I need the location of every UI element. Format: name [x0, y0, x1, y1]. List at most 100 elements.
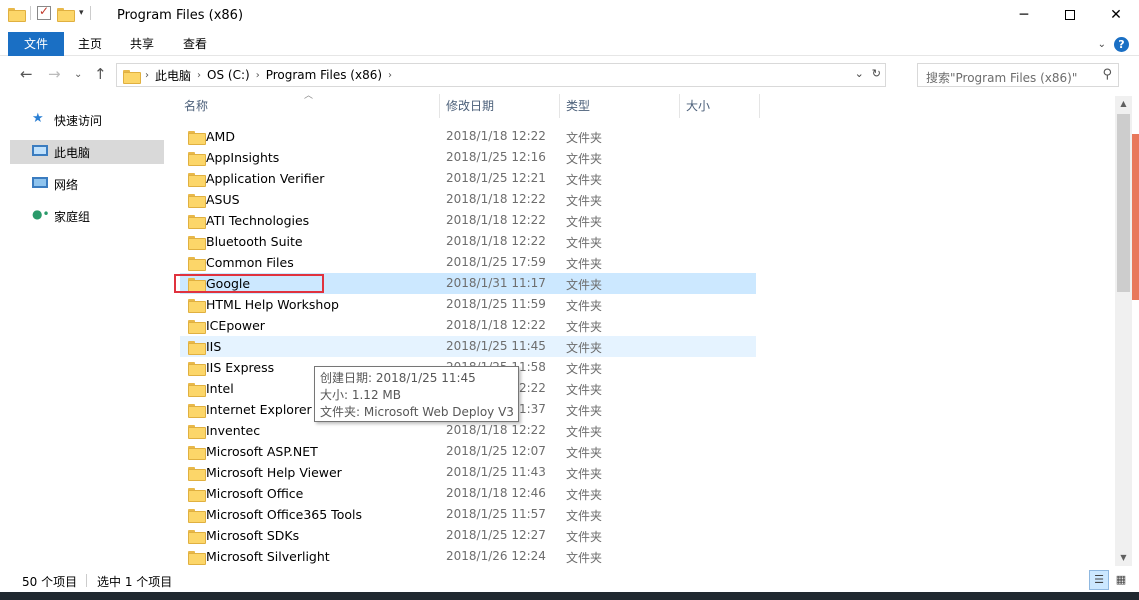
file-row[interactable]: ASUS 2018/1/18 12:22 文件夹 [180, 189, 756, 210]
up-arrow-icon[interactable]: ↑ [94, 65, 107, 83]
file-date: 2018/1/18 12:22 [446, 234, 546, 248]
new-folder-icon[interactable] [57, 7, 75, 22]
customize-toolbar-chevron-icon[interactable]: ▾ [79, 8, 84, 18]
file-name: AppInsights [206, 150, 280, 165]
file-row[interactable]: Inventec 2018/1/18 12:22 文件夹 [180, 420, 756, 441]
tab-view[interactable]: 查看 [173, 32, 217, 56]
file-row[interactable]: Microsoft Silverlight 2018/1/26 12:24 文件夹 [180, 546, 756, 567]
file-row[interactable]: Microsoft SDKs 2018/1/25 12:27 文件夹 [180, 525, 756, 546]
navigation-pane: ★ 快速访问 此电脑 网络 ●• 家庭组 [0, 92, 165, 562]
breadcrumb-os-c[interactable]: OS (C:) [201, 68, 256, 82]
scroll-down-arrow-icon[interactable]: ▼ [1115, 550, 1132, 566]
folder-icon [188, 214, 206, 229]
file-type: 文件夹 [566, 383, 603, 397]
file-name: ASUS [206, 192, 240, 207]
column-divider[interactable] [759, 94, 760, 118]
forward-arrow-icon[interactable]: → [48, 65, 61, 83]
file-type: 文件夹 [566, 509, 603, 523]
folder-icon [188, 361, 206, 376]
tab-file[interactable]: 文件 [8, 32, 64, 56]
background-window-edge [1132, 134, 1139, 300]
tab-share[interactable]: 共享 [120, 32, 164, 56]
properties-icon[interactable] [37, 4, 51, 20]
file-type: 文件夹 [566, 341, 603, 355]
folder-icon [188, 403, 206, 418]
file-row[interactable]: ATI Technologies 2018/1/18 12:22 文件夹 [180, 210, 756, 231]
file-type: 文件夹 [566, 152, 603, 166]
expand-ribbon-chevron-icon[interactable]: ⌄ [1098, 39, 1106, 50]
recent-locations-chevron-icon[interactable]: ⌄ [74, 69, 82, 80]
breadcrumb-this-pc[interactable]: 此电脑 [149, 67, 197, 84]
column-header-type[interactable]: 类型 [566, 94, 676, 118]
folder-icon [188, 298, 206, 313]
folder-icon [188, 256, 206, 271]
file-row[interactable]: IIS 2018/1/25 11:45 文件夹 [180, 336, 756, 357]
file-row[interactable]: Microsoft ASP.NET 2018/1/25 12:07 文件夹 [180, 441, 756, 462]
file-date: 2018/1/25 12:27 [446, 528, 546, 542]
file-type: 文件夹 [566, 257, 603, 271]
file-name: Microsoft Office [206, 486, 304, 501]
file-row[interactable]: Microsoft Office 2018/1/18 12:46 文件夹 [180, 483, 756, 504]
column-header-date[interactable]: 修改日期 [446, 94, 556, 118]
refresh-icon[interactable]: ↻ [872, 67, 881, 80]
file-date: 2018/1/18 12:22 [446, 213, 546, 227]
file-name: Intel [206, 381, 234, 396]
minimize-button[interactable]: ─ [1001, 0, 1047, 30]
breadcrumb-program-files[interactable]: Program Files (x86) [260, 68, 388, 82]
file-date: 2018/1/25 17:59 [446, 255, 546, 269]
nav-item-network[interactable]: 网络 [10, 172, 164, 196]
vertical-scrollbar[interactable]: ▲ ▼ [1115, 96, 1132, 566]
file-date: 2018/1/26 12:24 [446, 549, 546, 563]
file-row[interactable]: Application Verifier 2018/1/25 12:21 文件夹 [180, 168, 756, 189]
scroll-thumb[interactable] [1117, 114, 1130, 292]
file-type: 文件夹 [566, 530, 603, 544]
file-row[interactable]: Microsoft Help Viewer 2018/1/25 11:43 文件夹 [180, 462, 756, 483]
address-bar[interactable]: › 此电脑 › OS (C:) › Program Files (x86) › … [116, 63, 886, 87]
file-date: 2018/1/25 11:59 [446, 297, 546, 311]
file-name: ATI Technologies [206, 213, 310, 228]
scroll-up-arrow-icon[interactable]: ▲ [1115, 96, 1132, 112]
file-row[interactable]: AppInsights 2018/1/25 12:16 文件夹 [180, 147, 756, 168]
file-type: 文件夹 [566, 278, 603, 292]
status-bar: 50 个项目 选中 1 个项目 ☰ ▦ [0, 568, 1139, 592]
column-header-name[interactable]: 名称 [184, 94, 434, 118]
tooltip-size: 大小: 1.12 MB [320, 388, 401, 402]
file-row[interactable]: ICEpower 2018/1/18 12:22 文件夹 [180, 315, 756, 336]
column-header-size[interactable]: 大小 [686, 94, 756, 118]
search-input[interactable]: 搜索"Program Files (x86)" ⚲ [917, 63, 1119, 87]
column-divider[interactable] [439, 94, 440, 118]
nav-item-homegroup[interactable]: ●• 家庭组 [10, 204, 164, 228]
maximize-icon [1065, 10, 1075, 20]
file-type: 文件夹 [566, 488, 603, 502]
file-row[interactable]: HTML Help Workshop 2018/1/25 11:59 文件夹 [180, 294, 756, 315]
file-type: 文件夹 [566, 467, 603, 481]
file-date: 2018/1/25 11:57 [446, 507, 546, 521]
folder-icon [188, 340, 206, 355]
file-row[interactable]: Common Files 2018/1/25 17:59 文件夹 [180, 252, 756, 273]
large-icons-view-icon[interactable]: ▦ [1111, 570, 1131, 590]
breadcrumb-chevron-icon[interactable]: › [388, 70, 392, 81]
search-icon[interactable]: ⚲ [1102, 67, 1112, 82]
file-type: 文件夹 [566, 404, 603, 418]
help-icon[interactable]: ? [1114, 37, 1129, 52]
tab-home[interactable]: 主页 [68, 32, 112, 56]
file-date: 2018/1/25 12:16 [446, 150, 546, 164]
file-name: ICEpower [206, 318, 265, 333]
nav-item-this-pc[interactable]: 此电脑 [10, 140, 164, 164]
details-view-icon[interactable]: ☰ [1089, 570, 1109, 590]
back-arrow-icon[interactable]: ← [20, 65, 33, 83]
file-row[interactable]: AMD 2018/1/18 12:22 文件夹 [180, 126, 756, 147]
file-row[interactable]: Bluetooth Suite 2018/1/18 12:22 文件夹 [180, 231, 756, 252]
nav-item-quick-access[interactable]: ★ 快速访问 [10, 108, 164, 132]
file-date: 2018/1/31 11:17 [446, 276, 546, 290]
file-row[interactable]: Microsoft Office365 Tools 2018/1/25 11:57… [180, 504, 756, 525]
maximize-button[interactable] [1047, 0, 1093, 30]
address-dropdown-chevron-icon[interactable]: ⌄ [855, 67, 864, 80]
file-type: 文件夹 [566, 320, 603, 334]
file-date: 2018/1/18 12:22 [446, 318, 546, 332]
close-icon: ✕ [1110, 7, 1122, 23]
column-divider[interactable] [559, 94, 560, 118]
close-button[interactable]: ✕ [1093, 0, 1139, 30]
quick-access-toolbar: ▾ [8, 4, 91, 22]
column-divider[interactable] [679, 94, 680, 118]
